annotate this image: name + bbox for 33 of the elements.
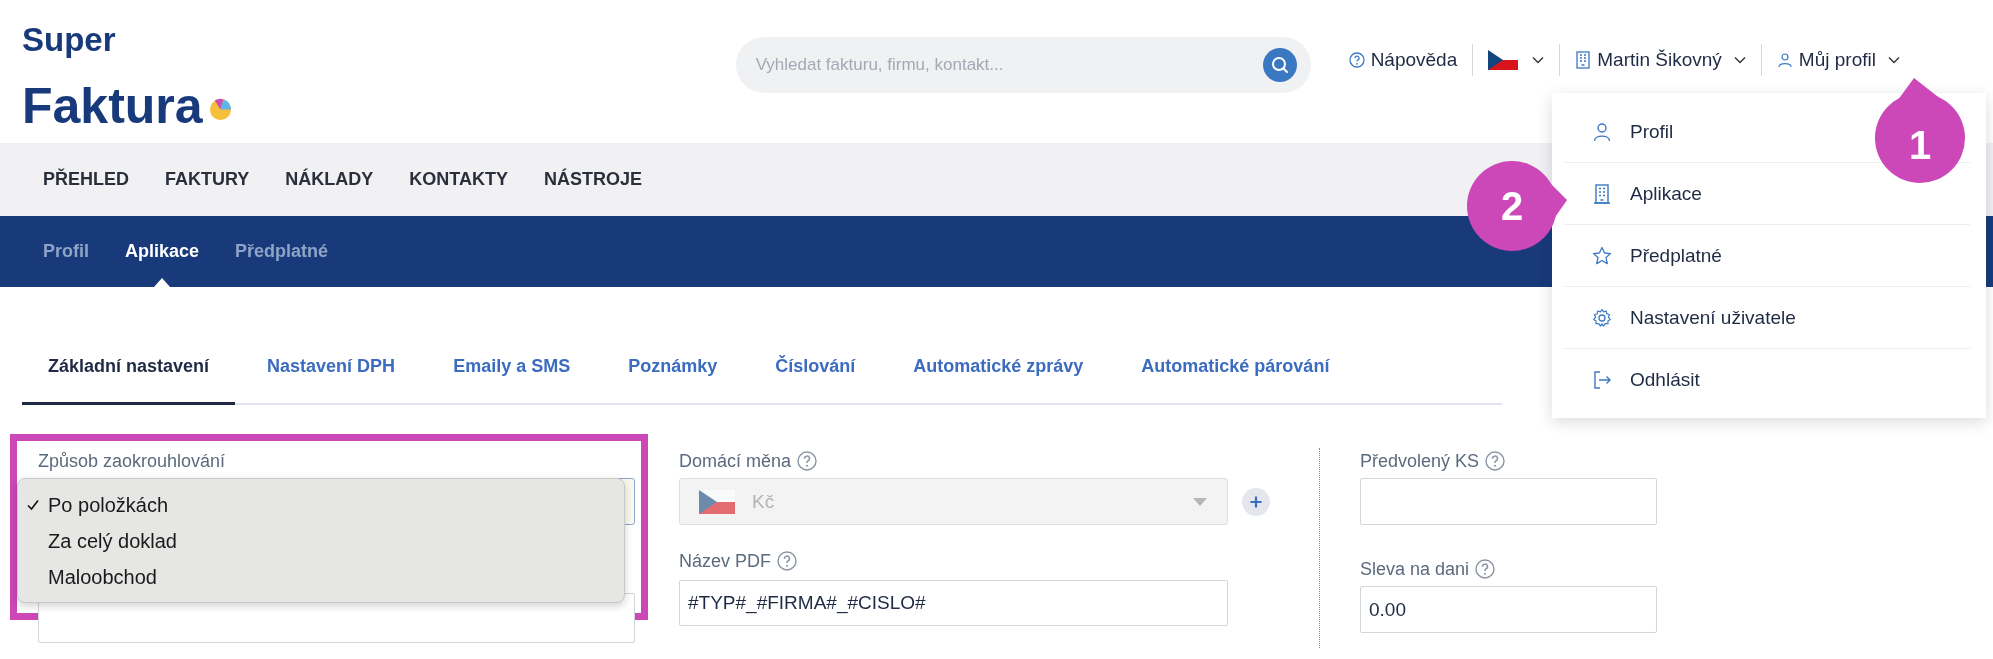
settings-tab[interactable]: Automatické párování <box>1115 330 1356 405</box>
input-field[interactable]: #TYP#_#FIRMA#_#CISLO# <box>679 580 1228 626</box>
nav-link[interactable]: PŘEHLED <box>43 169 129 190</box>
dropdown-option[interactable]: Maloobchod <box>18 559 624 595</box>
sub-nav-tab[interactable]: Předplatné <box>235 216 329 287</box>
field-label: Název PDF <box>679 550 772 573</box>
settings-tab[interactable]: Nastavení DPH <box>241 330 422 405</box>
menu-item[interactable]: Předplatné <box>1564 225 1970 287</box>
field-label: Sleva na dani <box>1360 558 1470 581</box>
sub-nav-tab[interactable]: Profil <box>43 216 89 287</box>
menu-item[interactable]: Odhlásit <box>1564 349 1970 410</box>
search-field[interactable]: Vyhledat fakturu, firmu, kontakt... <box>735 37 1311 93</box>
settings-tab[interactable]: Základní nastavení <box>22 330 236 405</box>
nav-link[interactable]: FAKTURY <box>165 169 250 190</box>
nav-link[interactable]: NÁSTROJE <box>544 169 643 190</box>
profile-menu[interactable]: Můj profil <box>1776 49 1900 71</box>
sub-nav-tab[interactable]: Aplikace <box>125 216 200 287</box>
nav-link[interactable]: NÁKLADY <box>285 169 374 190</box>
menu-item[interactable]: Nastavení uživatele <box>1564 287 1970 349</box>
dropdown-option[interactable]: Po položkách <box>18 487 624 523</box>
settings-tab[interactable]: Emaily a SMS <box>427 330 597 405</box>
company-menu[interactable]: Martin Šikovný <box>1575 49 1746 71</box>
dropdown-option[interactable]: Za celý doklad <box>18 523 624 559</box>
field-label: Způsob zaokrouhlování <box>38 450 227 473</box>
nav-link[interactable]: KONTAKTY <box>409 169 509 190</box>
settings-tab[interactable]: Automatické zprávy <box>887 330 1110 405</box>
settings-tab[interactable]: Poznámky <box>602 330 744 405</box>
settings-tab[interactable]: Číslování <box>749 330 882 405</box>
input-field[interactable]: 0.00 <box>1360 586 1657 633</box>
logo[interactable]: Super Faktura <box>18 20 236 135</box>
field-label: Předvolený KS <box>1360 450 1480 473</box>
field-label: Domácí měna <box>679 450 792 473</box>
help-link[interactable]: Nápověda <box>1348 49 1458 71</box>
